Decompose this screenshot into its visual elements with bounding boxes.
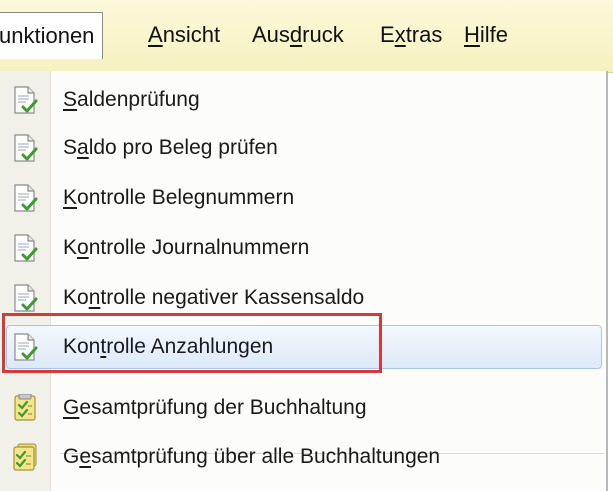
menu-item-accel: K [63,186,78,209]
menu-item-saldenpruefung[interactable]: Saldenprüfung [0,76,604,124]
menu-item-accel: n [88,286,101,309]
document-check-icon [12,234,38,262]
annotation-highlight-box [2,313,382,373]
menu-item-kontrolle-journalnummern[interactable]: Kontrolle Journalnummern [0,224,604,272]
menu-item-accel: e [79,445,92,468]
menu-item-label: samtprüfung über alle Buchhaltungen [91,445,441,468]
menu-ansicht[interactable]: Ansicht [148,18,220,52]
menu-hilfe[interactable]: Hilfe [464,18,508,52]
menu-hilfe-accel: H [464,22,480,47]
menu-funktionen-label: unktionen [0,23,95,48]
menu-item-label-pre: Ko [63,286,89,309]
document-check-icon [12,134,38,162]
menu-ausdruck-label: ruck [302,22,344,47]
funktionen-dropdown: Saldenprüfung Saldo pro Beleg prüfen Kon… [0,71,608,491]
menu-item-label: ldo pro Beleg prüfen [88,136,278,159]
menu-extras-label: tras [405,22,443,47]
menu-funktionen[interactable]: unktionen [0,12,104,59]
menu-item-label-pre: K [63,236,78,259]
menu-item-saldo-pro-beleg[interactable]: Saldo pro Beleg prüfen [0,124,604,172]
menu-item-label: ontrolle Belegnummern [77,186,295,209]
menu-bar: unktionen Ansicht Ausdruck Extras Hilfe [0,0,613,73]
menu-ausdruck-accel: d [289,22,303,47]
document-check-icon [12,86,38,114]
menu-item-accel: a [77,136,89,159]
menu-item-gesamtpruefung-buchhaltung[interactable]: Gesamtprüfung der Buchhaltung [0,384,604,432]
menu-ausdruck-label-pre: Aus [252,22,290,47]
menu-item-kontrolle-belegnummern[interactable]: Kontrolle Belegnummern [0,174,604,222]
document-check-icon [12,184,38,212]
menu-item-label-pre: G [63,445,80,468]
document-check-icon [12,284,38,312]
menu-item-accel: G [63,396,80,419]
menu-ausdruck[interactable]: Ausdruck [252,18,344,52]
menu-hilfe-label: ilfe [479,22,509,47]
menu-extras[interactable]: Extras [380,18,442,52]
menu-ansicht-accel: A [148,22,163,47]
menu-item-gesamtpruefung-alle-buchhaltungen[interactable]: Gesamtprüfung über alle Buchhaltungen [0,433,604,481]
menu-item-accel: S [63,88,78,111]
menu-item-label-pre: S [63,136,78,159]
menu-extras-accel: x [394,22,406,47]
menu-item-label: ntrolle Journalnummern [88,236,310,259]
checklist-icon [12,393,38,422]
menu-item-label: aldenprüfung [77,88,200,111]
menu-item-label: esamtprüfung der Buchhaltung [79,396,367,419]
menu-item-accel: o [77,236,89,259]
checklist-stack-icon [12,443,38,471]
menu-extras-label-pre: E [380,22,395,47]
menu-ansicht-label: nsicht [162,22,221,47]
menu-item-label: trolle negativer Kassensaldo [100,286,365,309]
